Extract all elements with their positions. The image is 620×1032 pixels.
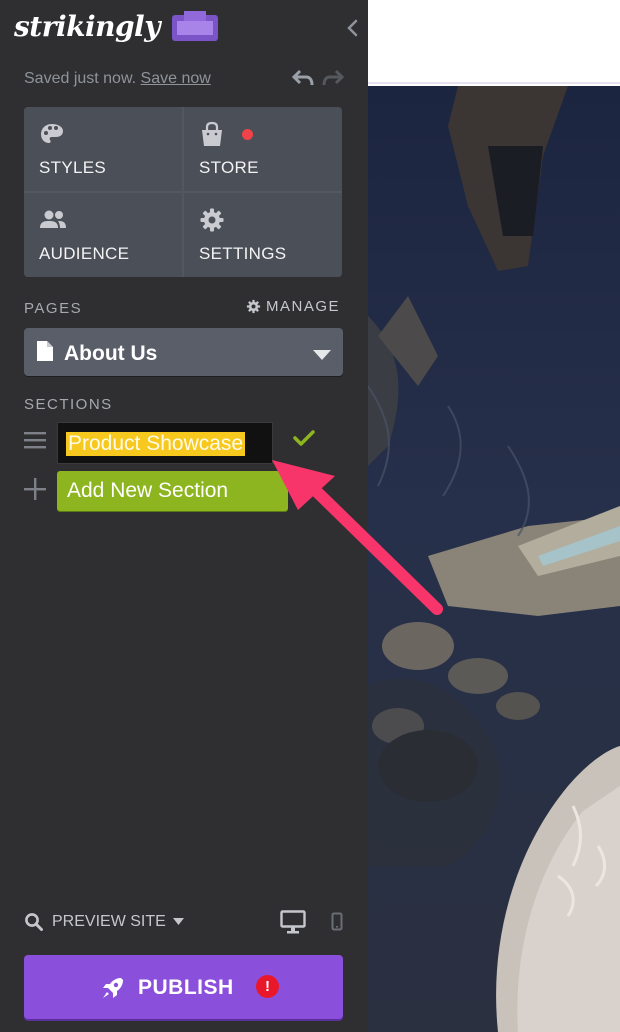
save-status: Saved just now. Save now [24, 70, 211, 88]
save-now-link[interactable]: Save now [141, 70, 211, 87]
page-selector-dropdown[interactable]: About Us [24, 328, 343, 376]
gear-icon [246, 299, 261, 314]
gear-icon [199, 207, 225, 233]
chevron-down-icon [313, 347, 331, 365]
sections-heading: SECTIONS [24, 396, 113, 413]
mobile-view-icon[interactable] [331, 912, 343, 937]
section-name-input[interactable]: Product Showcase [57, 422, 273, 464]
background-photo [368, 86, 620, 1032]
styles-tile[interactable]: STYLES [24, 107, 182, 191]
search-icon [25, 913, 43, 931]
palette-icon [39, 121, 65, 147]
saved-text: Saved just now. [24, 70, 137, 87]
document-icon [36, 340, 54, 367]
confirm-check-icon[interactable] [292, 428, 316, 453]
logo-text: strikingly [14, 9, 160, 43]
audience-tile[interactable]: AUDIENCE [24, 193, 182, 277]
section-name-selected-text: Product Showcase [66, 432, 246, 456]
current-page-name: About Us [64, 342, 158, 365]
logo: strikingly [14, 6, 218, 46]
store-tile[interactable]: STORE [184, 107, 342, 191]
editor-sidebar: strikingly Saved just now. Save now STYL… [0, 0, 368, 1032]
publish-label: PUBLISH [138, 976, 234, 999]
shopping-bag-icon [199, 121, 225, 147]
manage-label: MANAGE [266, 298, 341, 315]
styles-label: STYLES [39, 158, 106, 177]
settings-label: SETTINGS [199, 244, 287, 263]
site-preview-canvas[interactable] [368, 0, 620, 1032]
warning-icon: ! [256, 975, 279, 998]
logo-badge-icon [171, 11, 218, 41]
plus-icon[interactable] [24, 478, 46, 505]
settings-tile[interactable]: SETTINGS [184, 193, 342, 277]
undo-icon[interactable] [291, 66, 315, 90]
drag-handle-icon[interactable] [24, 431, 46, 449]
store-notification-dot [242, 129, 253, 140]
collapse-sidebar-icon[interactable] [343, 16, 363, 40]
people-icon [39, 207, 66, 233]
rocket-icon [100, 975, 126, 1006]
pages-heading: PAGES [24, 300, 83, 317]
desktop-view-icon[interactable] [280, 910, 306, 939]
caret-down-icon [172, 918, 184, 925]
audience-label: AUDIENCE [39, 244, 130, 263]
redo-icon[interactable] [321, 66, 345, 90]
manage-pages-button[interactable]: MANAGE [246, 298, 340, 315]
store-label: STORE [199, 158, 259, 177]
editor-menu-grid: STYLES STORE AUDIENCE SETTINGS [24, 107, 342, 277]
publish-button[interactable]: PUBLISH ! [24, 955, 343, 1019]
canvas-top-area [368, 0, 620, 84]
preview-site-label: PREVIEW SITE [52, 912, 166, 930]
add-new-section-button[interactable]: Add New Section [57, 471, 288, 511]
preview-site-button[interactable]: PREVIEW SITE [24, 912, 184, 931]
